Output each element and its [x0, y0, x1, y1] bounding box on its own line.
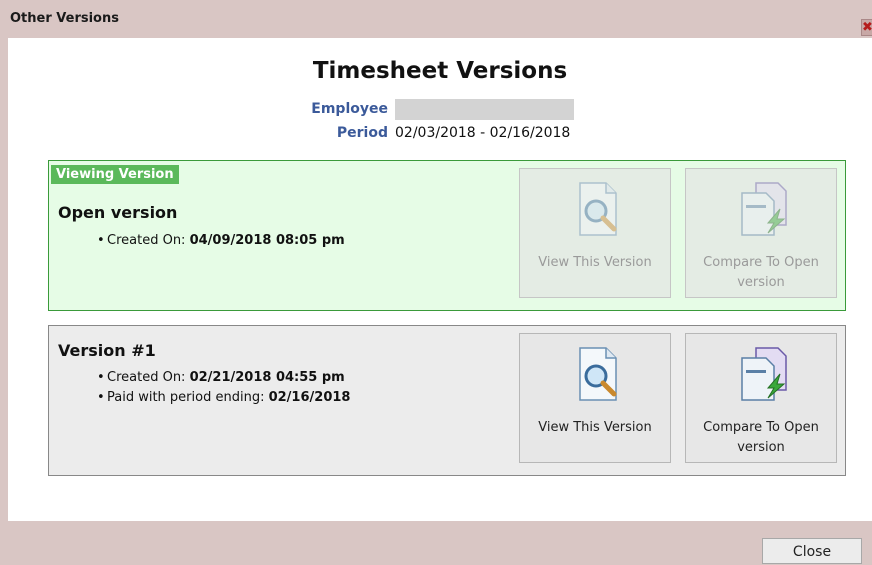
close-icon[interactable]: ✖	[861, 19, 872, 36]
version-details: Created On: 02/21/2018 04:55 pm Paid wit…	[97, 368, 351, 408]
close-button[interactable]: Close	[762, 538, 862, 564]
view-this-version-label: View This Version	[538, 420, 652, 435]
version-details: Created On: 04/09/2018 08:05 pm	[97, 231, 345, 251]
created-on-label: Created On:	[107, 370, 186, 385]
period-label: Period	[336, 125, 388, 141]
dialog-content: Timesheet Versions Employee Period 02/03…	[8, 38, 872, 521]
created-on-value: 04/09/2018 08:05 pm	[189, 233, 345, 248]
version-panel-open: Viewing Version Open version Created On:…	[48, 160, 846, 311]
page-title: Timesheet Versions	[312, 58, 568, 84]
compare-to-open-button[interactable]: Compare To Open version	[685, 168, 837, 298]
compare-to-open-button[interactable]: Compare To Open version	[685, 333, 837, 463]
version-panel-1: Version #1 Created On: 02/21/2018 04:55 …	[48, 325, 846, 476]
paid-period-value: 02/16/2018	[268, 390, 351, 405]
employee-value-redacted	[395, 99, 574, 120]
version-title: Version #1	[58, 341, 156, 360]
document-compare-icon	[741, 347, 787, 401]
document-compare-icon	[741, 182, 787, 236]
document-magnifier-icon	[579, 182, 617, 236]
created-on-label: Created On:	[107, 233, 186, 248]
dialog-title: Other Versions	[10, 11, 119, 26]
period-value: 02/03/2018 - 02/16/2018	[395, 125, 571, 141]
compare-to-open-label: Compare To Open version	[703, 420, 819, 455]
created-on-item: Created On: 02/21/2018 04:55 pm	[97, 368, 350, 388]
view-this-version-button[interactable]: View This Version	[519, 168, 671, 298]
created-on-item: Created On: 04/09/2018 08:05 pm	[97, 231, 345, 251]
dialog-titlebar: Other Versions ✖	[0, 0, 872, 38]
employee-label: Employee	[311, 101, 388, 117]
paid-period-label: Paid with period ending:	[107, 390, 265, 405]
document-magnifier-icon	[579, 347, 617, 401]
viewing-version-badge: Viewing Version	[51, 165, 179, 184]
created-on-value: 02/21/2018 04:55 pm	[189, 370, 345, 385]
view-this-version-button[interactable]: View This Version	[519, 333, 671, 463]
compare-to-open-label: Compare To Open version	[703, 255, 819, 290]
view-this-version-label: View This Version	[538, 255, 652, 270]
paid-period-item: Paid with period ending: 02/16/2018	[97, 388, 351, 408]
version-title: Open version	[58, 203, 178, 222]
